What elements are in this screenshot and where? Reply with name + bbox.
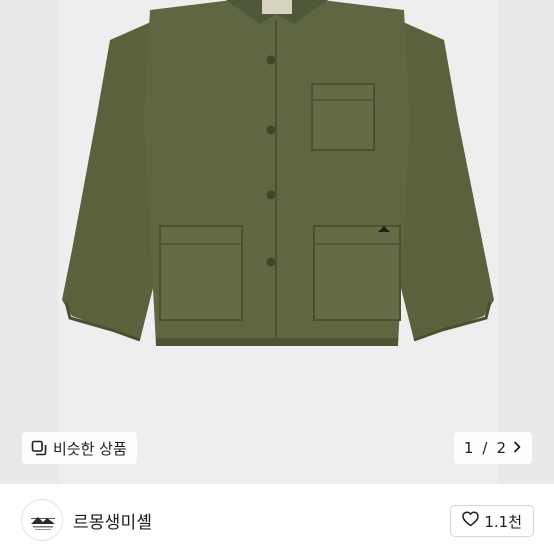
- product-image-gallery[interactable]: 비슷한 상품 1 / 2: [0, 0, 554, 484]
- image-pager[interactable]: 1 / 2: [453, 432, 532, 464]
- similar-products-button[interactable]: 비슷한 상품: [22, 432, 137, 464]
- similar-products-label: 비슷한 상품: [53, 439, 127, 458]
- like-button[interactable]: 1.1천: [450, 505, 534, 537]
- product-photo-jacket: [58, 0, 498, 484]
- copy-squares-icon: [31, 440, 47, 456]
- pager-total: 2: [496, 439, 506, 457]
- like-count: 1.1천: [484, 512, 522, 531]
- seller-name[interactable]: 르몽생미셸: [73, 508, 152, 533]
- seller-avatar[interactable]: [21, 499, 63, 541]
- chevron-right-icon: [512, 439, 522, 457]
- heart-outline-icon: [462, 511, 480, 531]
- pager-separator: /: [482, 439, 488, 457]
- pager-current: 1: [463, 439, 474, 457]
